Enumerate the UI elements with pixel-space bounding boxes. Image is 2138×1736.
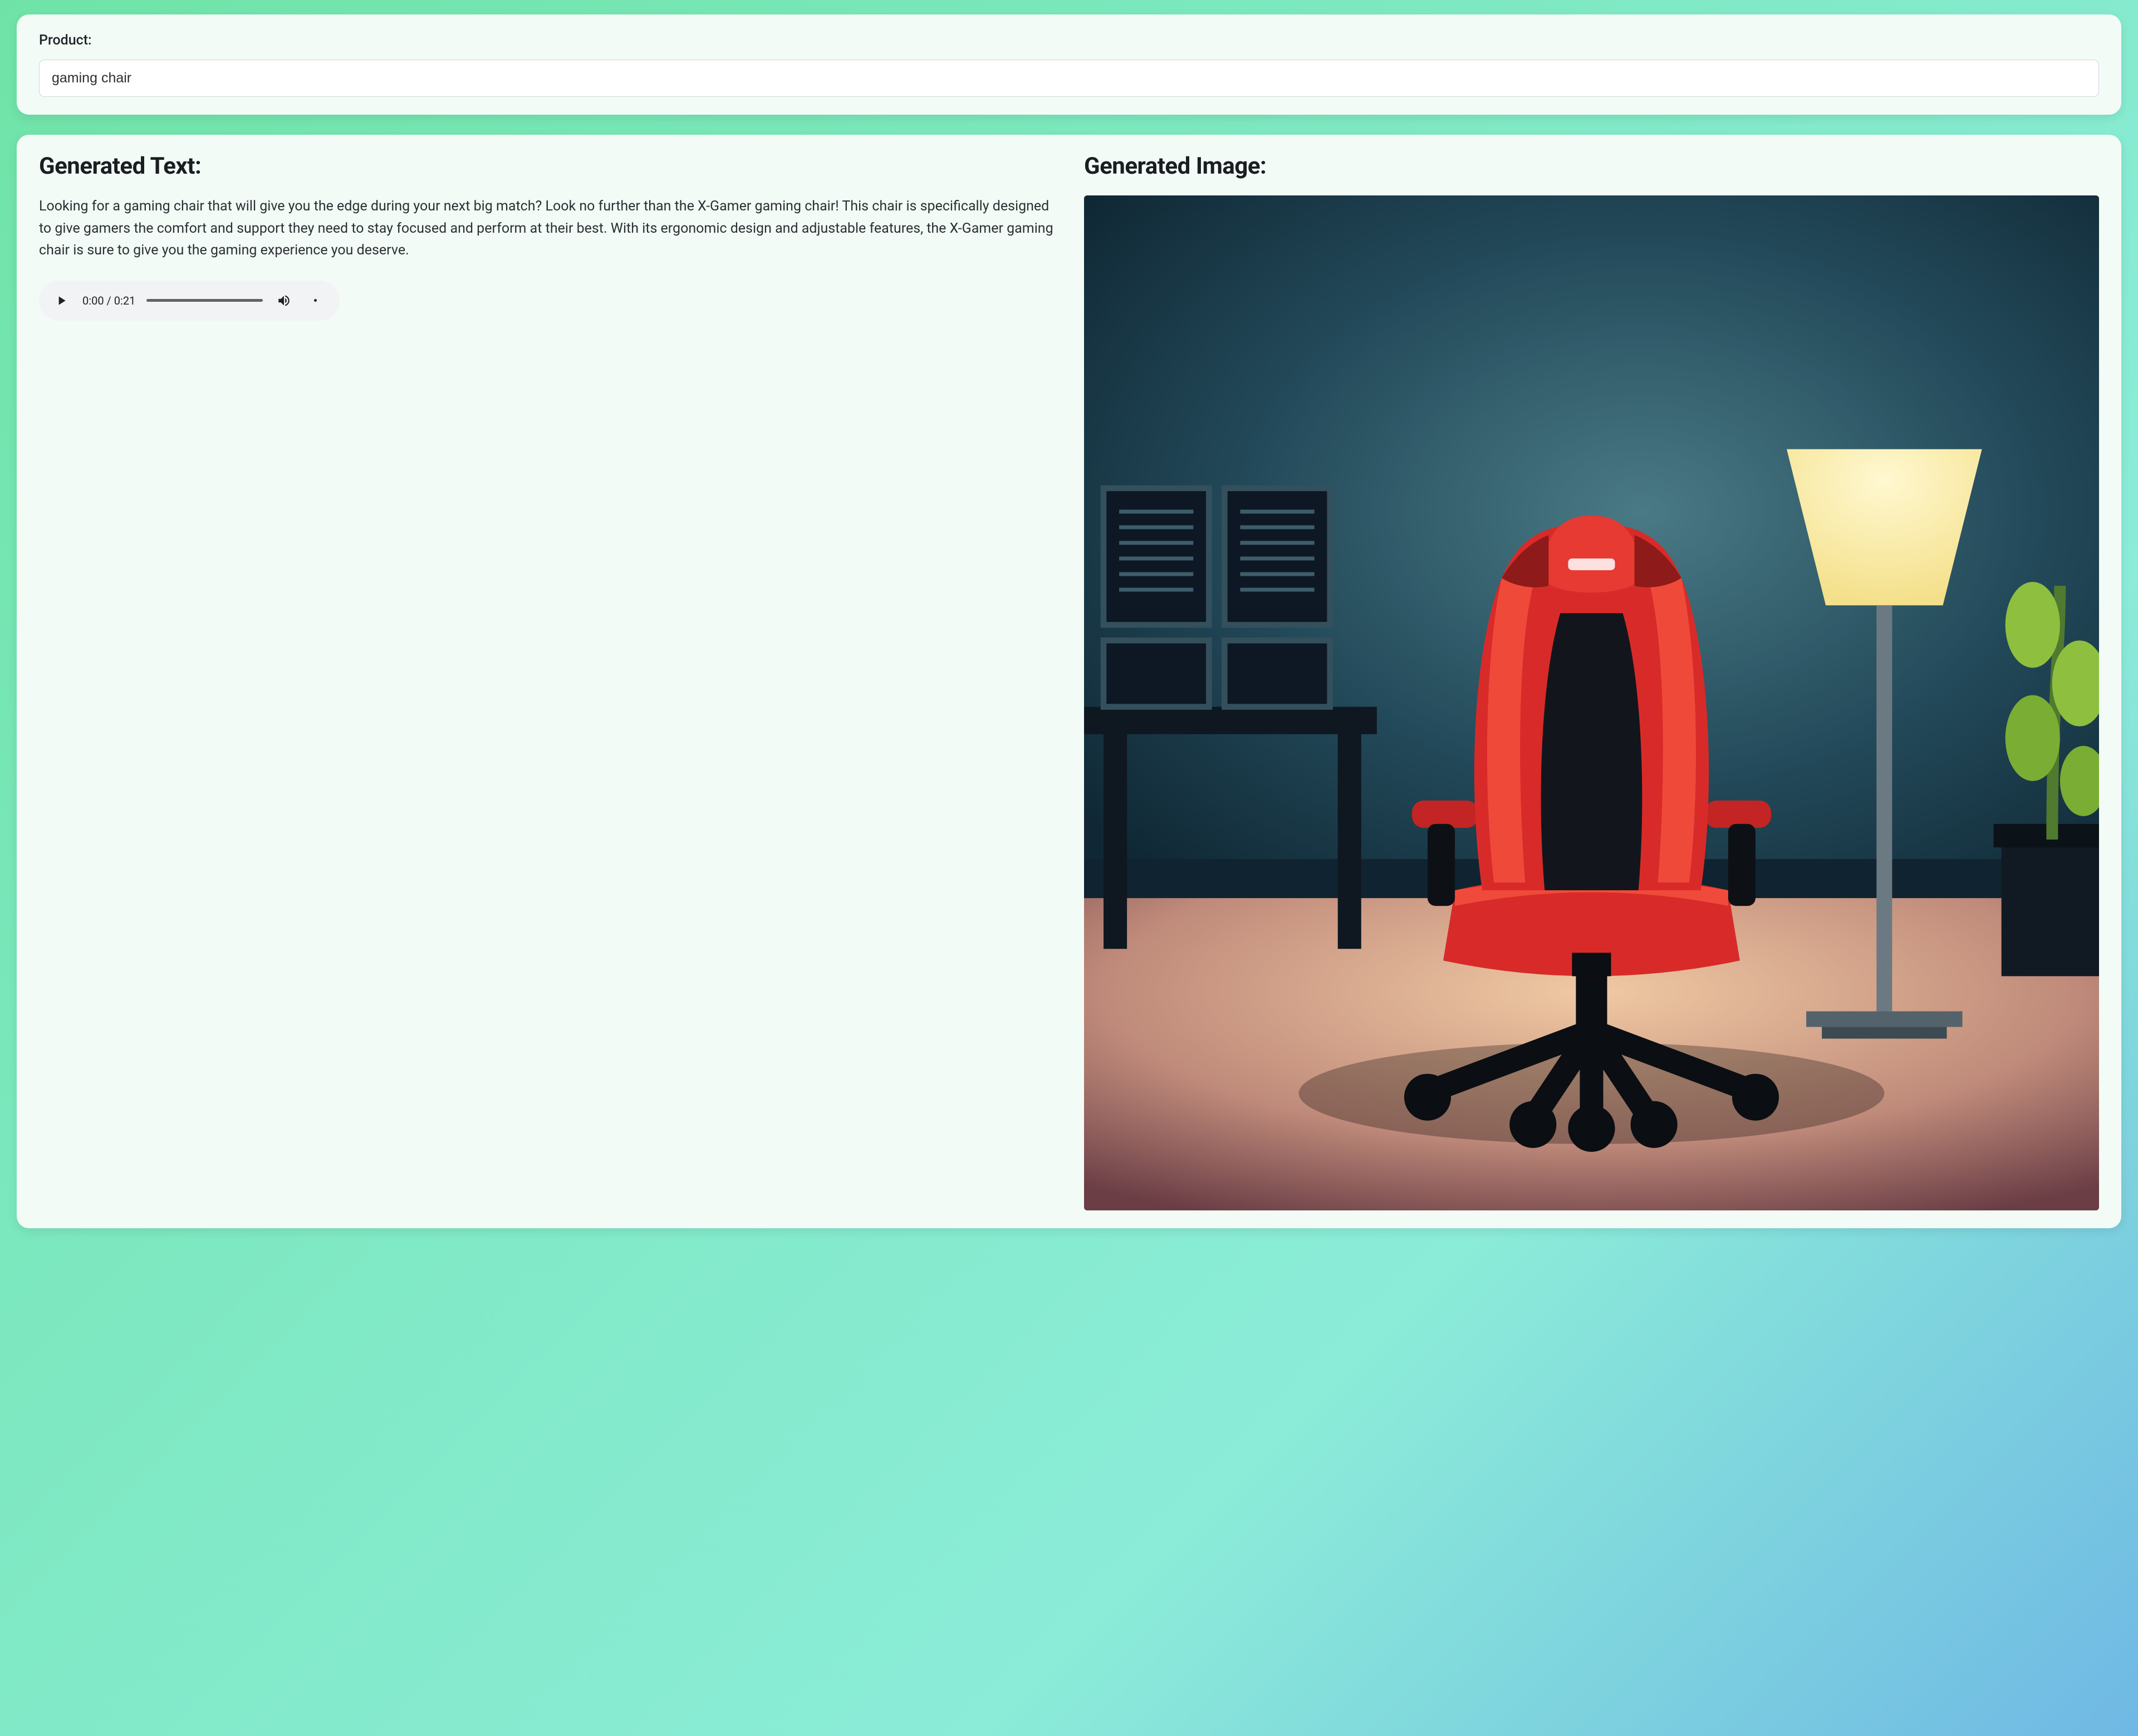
kebab-icon	[314, 299, 317, 302]
generated-text-body: Looking for a gaming chair that will giv…	[39, 195, 1054, 262]
generated-image	[1084, 195, 2099, 1210]
generated-text-title: Generated Text:	[39, 153, 1054, 180]
volume-button[interactable]	[274, 291, 294, 311]
play-icon	[54, 293, 68, 308]
audio-time: 0:00 / 0:21	[82, 294, 135, 307]
output-card: Generated Text: Looking for a gaming cha…	[17, 135, 2121, 1228]
audio-duration: 0:21	[114, 294, 136, 307]
audio-current-time: 0:00	[82, 294, 104, 307]
generated-image-title: Generated Image:	[1084, 153, 2099, 180]
product-input[interactable]	[39, 60, 2099, 97]
play-button[interactable]	[51, 291, 71, 311]
audio-player: 0:00 / 0:21	[39, 281, 340, 321]
audio-more-button[interactable]	[305, 291, 325, 311]
generated-image-column: Generated Image:	[1084, 153, 2099, 1210]
audio-seek-track[interactable]	[146, 299, 263, 302]
volume-icon	[277, 293, 291, 308]
generated-text-column: Generated Text: Looking for a gaming cha…	[39, 153, 1054, 1210]
product-input-card: Product:	[17, 14, 2121, 115]
product-label: Product:	[39, 32, 2099, 48]
